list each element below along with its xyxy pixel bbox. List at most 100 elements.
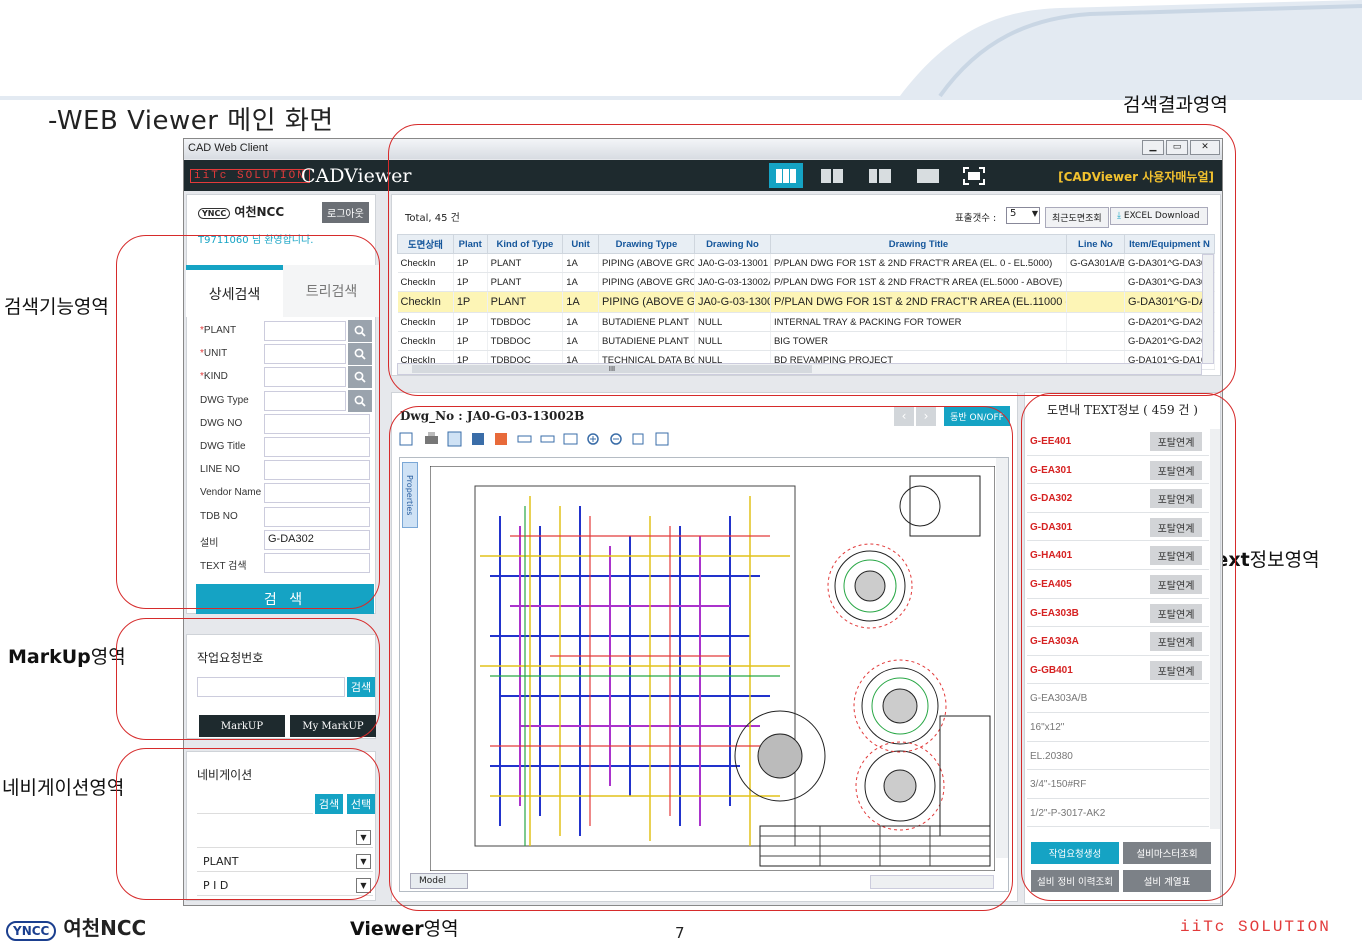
- navigation-select-1[interactable]: ▼: [197, 828, 373, 848]
- navigation-select-button[interactable]: 선택: [347, 794, 375, 814]
- recent-drawings-button[interactable]: 최근도면조회: [1045, 207, 1109, 228]
- search-field-input[interactable]: [264, 506, 370, 527]
- layout-single-button[interactable]: [911, 163, 945, 188]
- search-field-input[interactable]: [264, 367, 346, 388]
- my-markup-button[interactable]: My MarkUP: [290, 715, 376, 737]
- results-horizontal-scrollbar[interactable]: III: [397, 363, 1202, 375]
- search-field-input[interactable]: [264, 344, 346, 365]
- search-field-input[interactable]: [264, 460, 370, 481]
- text-info-item[interactable]: EL.20380: [1027, 742, 1209, 771]
- search-field-input[interactable]: [264, 437, 370, 457]
- navigation-input[interactable]: [197, 794, 313, 814]
- search-field-input[interactable]: [264, 413, 370, 434]
- portal-link-button[interactable]: 포탈연계: [1150, 603, 1202, 623]
- text-info-item[interactable]: G-EA303A/B: [1027, 684, 1209, 713]
- search-field-input[interactable]: [264, 553, 370, 573]
- create-work-request-button[interactable]: 작업요청생성: [1031, 842, 1119, 864]
- lookup-button[interactable]: [348, 320, 372, 342]
- search-field-input[interactable]: G-DA302: [264, 529, 370, 550]
- column-header[interactable]: Plant: [452, 234, 488, 254]
- column-header[interactable]: Item/Equipment N: [1123, 234, 1216, 254]
- company-label: YNCC 여천NCC: [198, 203, 284, 220]
- tab-detail-search[interactable]: 상세검색: [186, 265, 283, 317]
- search-field-input[interactable]: [264, 321, 346, 341]
- layout-split-button[interactable]: [863, 163, 897, 188]
- maintenance-history-button[interactable]: 설비 정비 이력조회: [1031, 870, 1119, 892]
- navigation-search-button[interactable]: 검색: [315, 794, 343, 814]
- prev-drawing-button[interactable]: ‹: [894, 406, 914, 426]
- equipment-series-button[interactable]: 설비 계열표: [1123, 870, 1211, 892]
- sync-onoff-button[interactable]: 동반 ON/OFF: [944, 406, 1010, 426]
- model-tab[interactable]: Model: [410, 873, 468, 889]
- layout-three-column-button[interactable]: [769, 163, 803, 188]
- column-header[interactable]: Drawing Title: [769, 234, 1067, 254]
- lookup-button[interactable]: [348, 366, 372, 389]
- text-info-item[interactable]: G-EA303B 포탈연계: [1027, 599, 1209, 628]
- lookup-button[interactable]: [348, 389, 372, 412]
- table-cell: BIG TOWER: [770, 331, 1067, 351]
- portal-link-button[interactable]: 포탈연계: [1150, 517, 1202, 537]
- properties-tab[interactable]: Properties: [402, 462, 418, 528]
- table-row[interactable]: CheckIn1PPLANT1APIPING (ABOVE GROJA0-G-0…: [397, 272, 1216, 292]
- lookup-button[interactable]: [348, 343, 372, 366]
- results-vertical-scrollbar[interactable]: [1202, 254, 1214, 364]
- maximize-button[interactable]: ▭: [1166, 140, 1188, 155]
- column-header[interactable]: Drawing No: [693, 234, 771, 254]
- column-header[interactable]: 도면상태: [397, 234, 454, 254]
- text-info-item[interactable]: G-GB401 포탈연계: [1027, 656, 1209, 685]
- markup-button[interactable]: MarkUP: [199, 715, 285, 737]
- work-request-input[interactable]: [197, 677, 345, 697]
- navigation-select-pid[interactable]: P I D ▼: [197, 876, 373, 896]
- text-info-item[interactable]: G-EA303A 포탈연계: [1027, 627, 1209, 656]
- minimize-button[interactable]: ▁: [1142, 140, 1164, 155]
- text-info-item[interactable]: G-EA301 포탈연계: [1027, 456, 1209, 485]
- drawing-canvas[interactable]: Properties Model: [399, 457, 1009, 892]
- table-row[interactable]: CheckIn1PPLANT1APIPING (ABOVE GROJA0-G-0…: [397, 253, 1216, 273]
- text-info-item[interactable]: G-EE401 포탈연계: [1027, 427, 1209, 456]
- portal-link-button[interactable]: 포탈연계: [1150, 660, 1202, 680]
- column-header[interactable]: Line No: [1065, 234, 1125, 254]
- logout-button[interactable]: 로그아웃: [322, 202, 369, 223]
- column-header[interactable]: Kind of Type: [486, 234, 564, 254]
- text-info-item[interactable]: 16"x12": [1027, 713, 1209, 742]
- portal-link-button[interactable]: 포탈연계: [1150, 575, 1202, 594]
- table-cell: INTERNAL TRAY & PACKING FOR TOWER: [770, 312, 1067, 332]
- text-info-scrollbar[interactable]: [1210, 429, 1220, 829]
- text-info-item[interactable]: G-HA401 포탈연계: [1027, 541, 1209, 570]
- scrollbar-thumb[interactable]: III: [412, 365, 812, 373]
- text-info-item[interactable]: G-DA302 포탈연계: [1027, 484, 1209, 513]
- canvas-horizontal-scrollbar[interactable]: [870, 875, 994, 889]
- portal-link-button[interactable]: 포탈연계: [1150, 632, 1202, 652]
- user-manual-link[interactable]: [CADViewer 사용자매뉴얼]: [1058, 168, 1214, 185]
- next-drawing-button[interactable]: ›: [916, 406, 936, 426]
- column-header[interactable]: Drawing Type: [597, 234, 695, 254]
- portal-link-button[interactable]: 포탈연계: [1150, 432, 1202, 451]
- table-cell: PLANT: [487, 253, 564, 273]
- portal-link-button[interactable]: 포탈연계: [1150, 460, 1202, 480]
- search-submit-button[interactable]: 검 색: [196, 584, 374, 614]
- close-button[interactable]: ✕: [1190, 140, 1220, 155]
- tab-tree-search[interactable]: 트리검색: [283, 265, 380, 317]
- navigation-select-plant[interactable]: PLANT ▼: [197, 852, 373, 872]
- search-field-input[interactable]: [264, 390, 346, 411]
- text-info-item[interactable]: G-EA405 포탈연계: [1027, 570, 1209, 599]
- search-field-input[interactable]: [264, 483, 370, 504]
- text-info-item[interactable]: G-DA301 포탈연계: [1027, 513, 1209, 542]
- portal-link-button[interactable]: 포탈연계: [1150, 489, 1202, 509]
- text-info-item[interactable]: 1/2"-P-3017-AK2: [1027, 799, 1209, 828]
- equipment-master-button[interactable]: 설비마스터조회: [1123, 842, 1211, 864]
- layout-two-column-button[interactable]: [815, 163, 849, 188]
- table-row[interactable]: CheckIn1PPLANT1APIPING (ABOVE GROJA0-G-0…: [397, 291, 1216, 313]
- excel-download-button[interactable]: ⤓ EXCEL Download: [1110, 207, 1208, 225]
- search-field-label: DWG NO: [200, 417, 243, 429]
- table-row[interactable]: CheckIn 1P TDBDOC 1A BUTADIENE PLANT NULL INTE…: [397, 312, 1216, 332]
- work-request-search-button[interactable]: 검색: [347, 677, 375, 697]
- column-header[interactable]: Unit: [562, 234, 599, 254]
- text-info-item[interactable]: 3/4"-150#RF: [1027, 770, 1209, 799]
- portal-link-button[interactable]: 포탈연계: [1150, 546, 1202, 566]
- chevron-down-icon: ▼: [356, 878, 371, 893]
- table-row[interactable]: CheckIn 1P TDBDOC 1A BUTADIENE PLANT NULL BIG …: [397, 331, 1216, 351]
- display-count-select[interactable]: 5 ▼: [1006, 207, 1040, 224]
- fullscreen-button[interactable]: [957, 163, 991, 188]
- canvas-vertical-scrollbar[interactable]: [996, 458, 1008, 858]
